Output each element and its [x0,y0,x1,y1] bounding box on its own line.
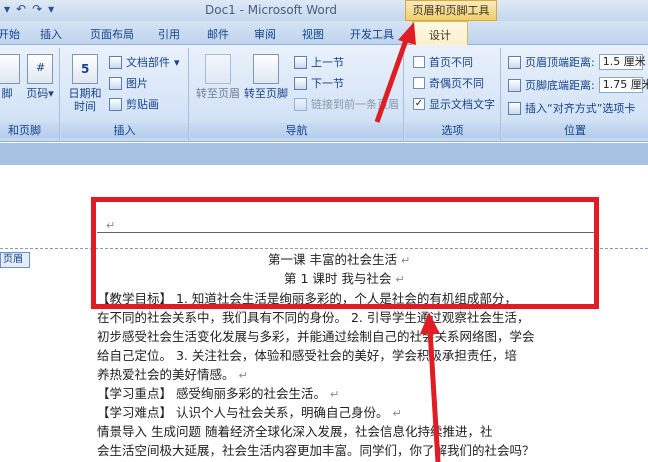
arrow-to-design-tab [374,22,416,123]
arrow-to-header-area [420,312,441,462]
annotation-arrows [374,22,441,462]
